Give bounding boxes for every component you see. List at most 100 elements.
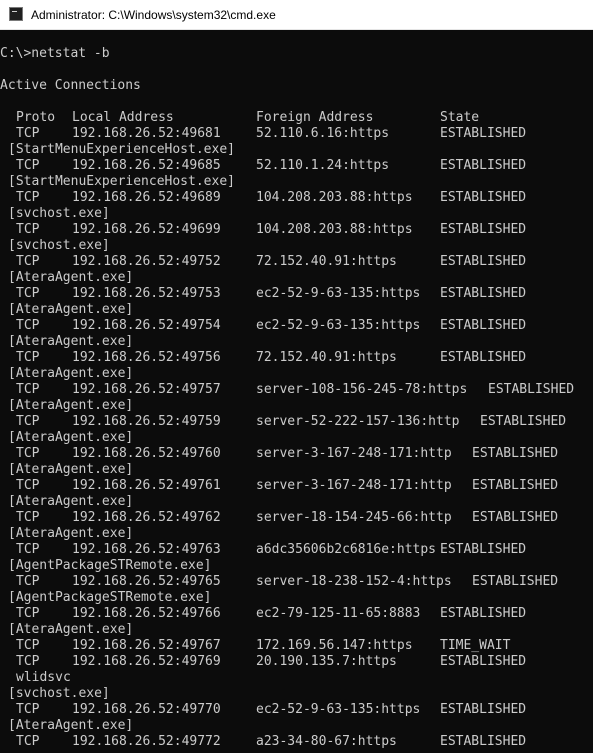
connection-proto: TCP [16, 254, 40, 269]
connection-process: [StartMenuExperienceHost.exe] [8, 174, 235, 189]
connection-foreign-address: server-18-154-245-66:http [256, 510, 452, 525]
connection-foreign-address: 52.110.6.16:https [256, 126, 390, 141]
connection-foreign-address: server-108-156-245-78:https [256, 382, 468, 397]
connection-state: ESTABLISHED [440, 542, 527, 557]
connection-foreign-address: server-52-222-157-136:http [256, 414, 460, 429]
header-local-address: Local Address [72, 110, 174, 125]
connection-state: ESTABLISHED [440, 158, 527, 173]
connection-state: ESTABLISHED [472, 510, 559, 525]
connection-local-address: 192.168.26.52:49765 [72, 574, 221, 589]
connection-proto: TCP [16, 350, 40, 365]
connection-row: TCP 192.168.26.52:49762 server-18-154-245-… [0, 510, 593, 526]
connection-foreign-address: a6dc35606b2c6816e:https [256, 542, 437, 557]
connection-local-address: 192.168.26.52:49761 [72, 478, 221, 493]
connection-state: ESTABLISHED [440, 350, 527, 365]
connection-state: ESTABLISHED [440, 126, 527, 141]
connection-proto: TCP [16, 382, 40, 397]
console-output[interactable]: C:\>netstat -b Active Connections Proto … [0, 30, 593, 753]
connection-process: [StartMenuExperienceHost.exe] [8, 142, 235, 157]
connection-process: [AteraAgent.exe] [8, 398, 134, 413]
connection-state: TIME_WAIT [440, 638, 511, 653]
connection-local-address: 192.168.26.52:49756 [72, 350, 221, 365]
connection-proto: TCP [16, 638, 40, 653]
connection-state: ESTABLISHED [472, 574, 559, 589]
connection-proto: TCP [16, 286, 40, 301]
connection-row: TCP 192.168.26.52:49754 ec2-52-9-63-135:ht… [0, 318, 593, 334]
connection-foreign-address: ec2-52-9-63-135:https [256, 286, 421, 301]
connection-process: [AteraAgent.exe] [8, 430, 134, 445]
title-bar[interactable]: Administrator: C:\Windows\system32\cmd.e… [0, 0, 593, 30]
connection-local-address: 192.168.26.52:49685 [72, 158, 221, 173]
connection-proto: TCP [16, 478, 40, 493]
connection-foreign-address: 72.152.40.91:https [256, 254, 397, 269]
connection-row: TCP 192.168.26.52:49699 104.208.203.88:htt… [0, 222, 593, 238]
connection-process: [AgentPackageSTRemote.exe] [8, 590, 212, 605]
connection-service: wlidsvc [16, 670, 71, 685]
column-headers-row: Proto Local Address Foreign Address Stat… [0, 110, 593, 126]
section-heading: Active Connections [0, 78, 141, 93]
connection-state: ESTABLISHED [440, 222, 527, 237]
connection-foreign-address: 172.169.56.147:https [256, 638, 413, 653]
header-proto: Proto [16, 110, 56, 125]
connection-row: TCP 192.168.26.52:49760 server-3-167-248-1… [0, 446, 593, 462]
connection-process: [svchost.exe] [8, 238, 110, 253]
connection-row: TCP 192.168.26.52:49770 ec2-52-9-63-135:ht… [0, 702, 593, 718]
connection-proto: TCP [16, 574, 40, 589]
connection-row: TCP 192.168.26.52:49689 104.208.203.88:htt… [0, 190, 593, 206]
connection-row: TCP 192.168.26.52:49752 72.152.40.91:https… [0, 254, 593, 270]
cmd-console-icon [9, 7, 23, 21]
connection-state: ESTABLISHED [440, 318, 527, 333]
connection-local-address: 192.168.26.52:49772 [72, 734, 221, 749]
connection-row: TCP 192.168.26.52:49772 a23-34-80-67:https… [0, 734, 593, 750]
connection-process: [AteraAgent.exe] [8, 622, 134, 637]
connection-local-address: 192.168.26.52:49753 [72, 286, 221, 301]
connection-proto: TCP [16, 702, 40, 717]
connection-process: [AteraAgent.exe] [8, 366, 134, 381]
connection-local-address: 192.168.26.52:49681 [72, 126, 221, 141]
connection-proto: TCP [16, 734, 40, 749]
connection-proto: TCP [16, 222, 40, 237]
connection-state: ESTABLISHED [488, 382, 575, 397]
connection-local-address: 192.168.26.52:49769 [72, 654, 221, 669]
connection-local-address: 192.168.26.52:49689 [72, 190, 221, 205]
connection-local-address: 192.168.26.52:49766 [72, 606, 221, 621]
connection-state: ESTABLISHED [440, 286, 527, 301]
connection-row: TCP 192.168.26.52:49769 20.190.135.7:https… [0, 654, 593, 670]
window-title: Administrator: C:\Windows\system32\cmd.e… [31, 8, 276, 22]
connection-state: ESTABLISHED [480, 414, 567, 429]
connection-local-address: 192.168.26.52:49759 [72, 414, 221, 429]
connection-row: TCP 192.168.26.52:49766 ec2-79-125-11-65:8… [0, 606, 593, 622]
connection-state: ESTABLISHED [440, 654, 527, 669]
connection-process: [AteraAgent.exe] [8, 494, 134, 509]
connection-state: ESTABLISHED [440, 190, 527, 205]
connection-proto: TCP [16, 542, 40, 557]
connection-proto: TCP [16, 606, 40, 621]
connection-proto: TCP [16, 446, 40, 461]
connection-local-address: 192.168.26.52:49770 [72, 702, 221, 717]
connection-local-address: 192.168.26.52:49760 [72, 446, 221, 461]
connection-process: [AteraAgent.exe] [8, 526, 134, 541]
connection-foreign-address: ec2-79-125-11-65:8883 [256, 606, 421, 621]
connection-row: TCP 192.168.26.52:49753 ec2-52-9-63-135:ht… [0, 286, 593, 302]
connection-row: TCP 192.168.26.52:49765 server-18-238-152-… [0, 574, 593, 590]
connection-process: [AteraAgent.exe] [8, 718, 134, 733]
connection-foreign-address: server-3-167-248-171:http [256, 446, 452, 461]
connection-local-address: 192.168.26.52:49757 [72, 382, 221, 397]
connection-row: TCP 192.168.26.52:49763 a6dc35606b2c6816e:… [0, 542, 593, 558]
connection-foreign-address: 104.208.203.88:https [256, 190, 413, 205]
connection-process: [AteraAgent.exe] [8, 270, 134, 285]
connection-proto: TCP [16, 318, 40, 333]
connection-local-address: 192.168.26.52:49763 [72, 542, 221, 557]
connection-process: [AteraAgent.exe] [8, 334, 134, 349]
connection-row: TCP 192.168.26.52:49759 server-52-222-157-… [0, 414, 593, 430]
connection-proto: TCP [16, 158, 40, 173]
connection-foreign-address: server-18-238-152-4:https [256, 574, 452, 589]
connection-local-address: 192.168.26.52:49752 [72, 254, 221, 269]
connection-process: [svchost.exe] [8, 206, 110, 221]
connection-proto: TCP [16, 510, 40, 525]
connection-row: TCP 192.168.26.52:49756 72.152.40.91:https… [0, 350, 593, 366]
connection-proto: TCP [16, 126, 40, 141]
connection-local-address: 192.168.26.52:49699 [72, 222, 221, 237]
connection-row: TCP 192.168.26.52:49767 172.169.56.147:htt… [0, 638, 593, 654]
command-line: C:\>netstat -b [0, 46, 110, 61]
